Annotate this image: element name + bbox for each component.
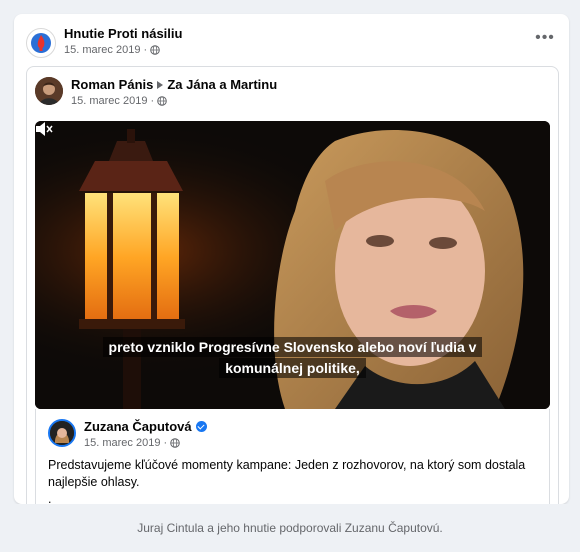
original-author-name[interactable]: Zuzana Čaputová — [84, 419, 192, 434]
author-photo-icon — [35, 77, 63, 105]
more-options-icon[interactable]: ••• — [533, 30, 557, 48]
shared-post-date[interactable]: 15. marec 2019 — [71, 95, 147, 107]
page-name[interactable]: Hnutie Proti násiliu — [64, 26, 182, 41]
post-date[interactable]: 15. marec 2019 — [64, 44, 140, 56]
page-avatar[interactable] — [26, 28, 56, 58]
globe-icon — [170, 438, 180, 448]
verified-badge-icon — [195, 421, 207, 432]
shared-post: Roman Pánis Za Jána a Martinu 15. marec … — [26, 66, 559, 504]
author-name[interactable]: Roman Pánis — [71, 77, 153, 92]
original-post: Zuzana Čaputová 15. marec 2019 · Predsta… — [35, 409, 550, 504]
globe-icon — [150, 45, 160, 55]
video-player[interactable]: preto vzniklo Progresívne Slovensko aleb… — [35, 121, 550, 409]
author-avatar[interactable] — [35, 77, 63, 105]
original-author-photo-icon — [50, 421, 74, 445]
video-subtitles: preto vzniklo Progresívne Slovensko aleb… — [75, 337, 510, 379]
original-post-title: Zuzana Čaputová — [84, 419, 207, 434]
subtitle-text: preto vzniklo Progresívne Slovensko aleb… — [102, 337, 483, 378]
post-body-tail: . — [48, 492, 52, 504]
original-author-avatar[interactable] — [48, 419, 76, 447]
shared-post-title: Roman Pánis Za Jána a Martinu — [71, 77, 277, 92]
group-name[interactable]: Za Jána a Martinu — [167, 77, 277, 92]
image-caption: Juraj Cintula a jeho hnutie podporovali … — [0, 504, 580, 552]
post-meta: 15. marec 2019 · — [64, 44, 160, 56]
original-post-text: Predstavujeme kľúčové momenty kampane: J… — [48, 457, 528, 504]
post-body: Predstavujeme kľúčové momenty kampane: J… — [48, 458, 526, 489]
post-header: Hnutie Proti násiliu 15. marec 2019 · ••… — [26, 26, 557, 66]
arrow-right-icon — [157, 80, 164, 89]
facebook-post-card: Hnutie Proti násiliu 15. marec 2019 · ••… — [14, 14, 569, 504]
shared-post-meta: 15. marec 2019 · — [71, 95, 167, 107]
globe-icon — [157, 96, 167, 106]
page-logo-icon — [28, 30, 54, 56]
original-post-meta: 15. marec 2019 · — [84, 437, 180, 449]
speaker-muted-icon[interactable] — [35, 121, 53, 137]
original-post-date[interactable]: 15. marec 2019 — [84, 437, 160, 449]
